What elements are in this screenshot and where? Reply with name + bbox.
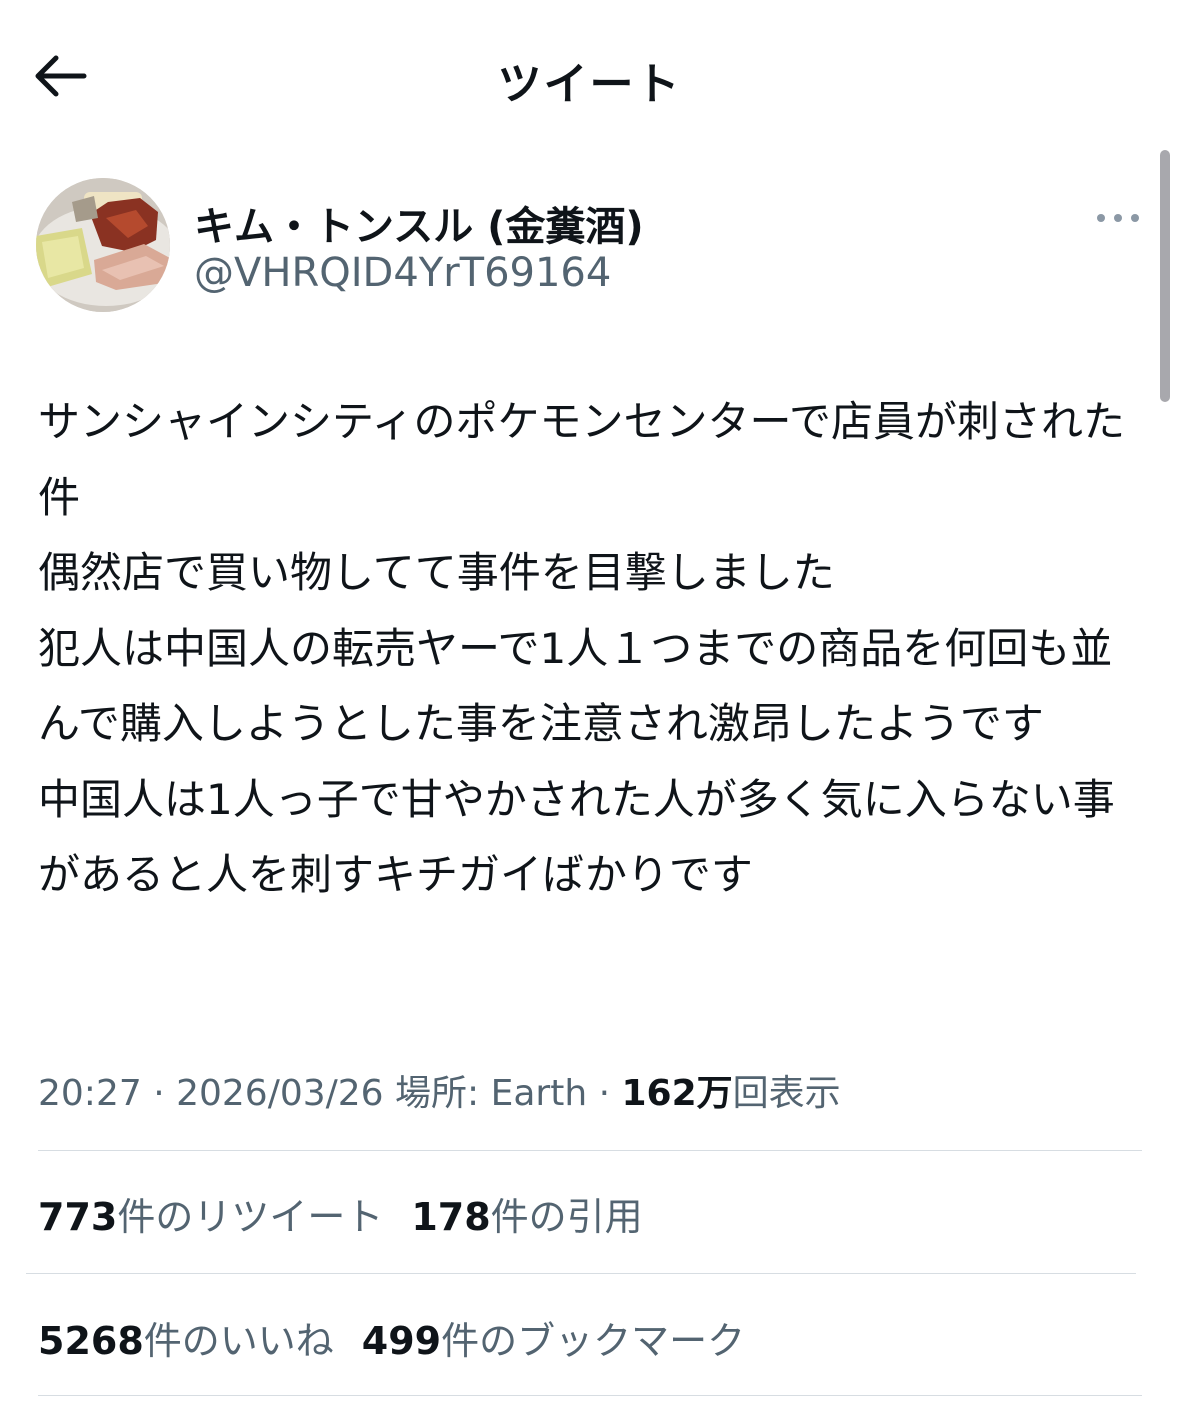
divider	[38, 1150, 1142, 1151]
tweet-time[interactable]: 20:27	[38, 1073, 142, 1114]
more-options-button[interactable]	[1090, 198, 1146, 238]
divider	[26, 1273, 1136, 1274]
stats-row-top: 773件のリツイート 178件の引用	[38, 1186, 671, 1241]
retweets-stat[interactable]: 773件のリツイート	[38, 1186, 383, 1241]
bookmarks-stat[interactable]: 499件のブックマーク	[362, 1310, 745, 1365]
divider	[38, 1395, 1142, 1396]
more-horizontal-icon	[1097, 214, 1139, 222]
page-title: ツイート	[497, 59, 682, 110]
views-label: 回表示	[732, 1073, 841, 1114]
author-name[interactable]: キム・トンスル (金糞酒)	[194, 194, 644, 252]
quotes-label: 件の引用	[490, 1195, 643, 1239]
meta-separator: ·	[141, 1073, 177, 1114]
meta-separator: ·	[587, 1073, 622, 1114]
tweet-date[interactable]: 2026/03/26	[176, 1073, 384, 1114]
top-bar: ツイート	[0, 0, 1179, 150]
author-handle[interactable]: @VHRQID4YrT69164	[194, 250, 611, 296]
avatar[interactable]	[36, 178, 170, 312]
stats-row-bottom: 5268件のいいね 499件のブックマーク	[38, 1310, 773, 1365]
bookmarks-count: 499	[361, 1319, 442, 1363]
tweet-location: 場所: Earth	[383, 1073, 588, 1114]
scrollbar[interactable]	[1160, 150, 1170, 402]
likes-stat[interactable]: 5268件のいいね	[38, 1310, 334, 1365]
retweets-label: 件のリツイート	[117, 1195, 384, 1239]
quotes-stat[interactable]: 178件の引用	[411, 1186, 642, 1241]
likes-label: 件のいいね	[143, 1319, 334, 1363]
tweet-meta: 20:27 · 2026/03/26 場所: Earth · 162万回表示	[38, 1064, 841, 1116]
likes-count: 5268	[38, 1319, 144, 1363]
bookmarks-label: 件のブックマーク	[441, 1319, 746, 1363]
retweets-count: 773	[38, 1195, 118, 1239]
views-count: 162万	[621, 1073, 733, 1114]
tweet-text: サンシャインシティのポケモンセンターで店員が刺された件 偶然店で買い物してて事件…	[38, 397, 1125, 899]
quotes-count: 178	[411, 1195, 491, 1239]
food-photo-avatar	[36, 178, 170, 312]
